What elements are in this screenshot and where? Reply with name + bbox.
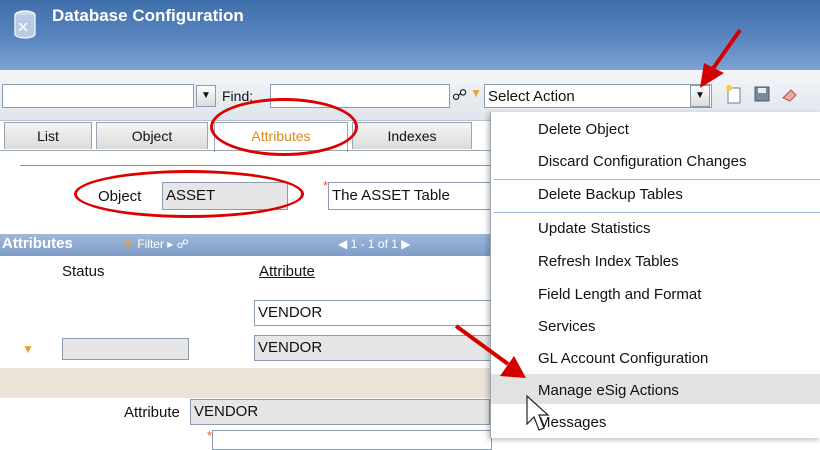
annotation-arrow	[700, 28, 742, 88]
annotation-arrow	[454, 324, 526, 378]
cursor-icon	[526, 394, 550, 431]
annotation-overlay	[454, 28, 742, 431]
